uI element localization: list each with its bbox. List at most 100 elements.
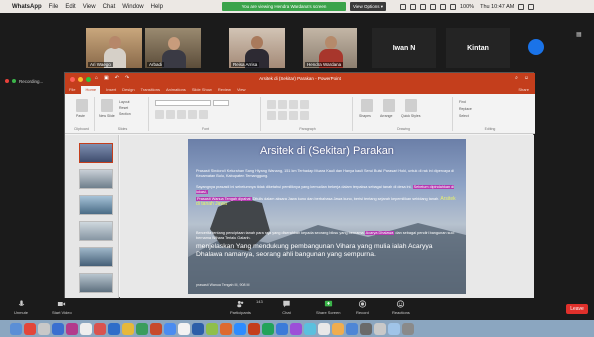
share-screen-button[interactable]: Share Screen (316, 300, 340, 315)
participant-tile[interactable]: Ari Waego (86, 28, 142, 68)
shapes-button[interactable]: Shapes (359, 114, 371, 118)
tab-transitions[interactable]: Transitions (141, 86, 160, 94)
align-right-icon[interactable] (289, 111, 298, 120)
justify-icon[interactable] (300, 111, 309, 120)
account-icon[interactable]: ☺ (524, 75, 529, 81)
align-center-icon[interactable] (278, 111, 287, 120)
search-icon[interactable]: ⌕ (515, 75, 518, 81)
app-icon[interactable] (374, 322, 386, 335)
control-center-icon[interactable] (528, 3, 535, 10)
shapes-icon[interactable] (361, 99, 373, 112)
leave-button[interactable]: Leave (566, 304, 588, 314)
app-icon[interactable] (206, 322, 218, 335)
tab-file[interactable]: File (69, 86, 75, 94)
tray-icon[interactable] (420, 3, 426, 10)
start-video-button[interactable]: Start Video (52, 300, 72, 315)
app-icon[interactable] (150, 322, 162, 335)
chat-button[interactable]: Chat (282, 300, 291, 315)
replace-button[interactable]: Replace (459, 107, 472, 111)
select-button[interactable]: Select (459, 114, 469, 118)
tab-home[interactable]: Home (81, 86, 101, 94)
layout-button[interactable]: Layout (119, 100, 130, 104)
current-slide[interactable]: Arsitek di (Sekitar) Parakan Prasasti Si… (188, 139, 466, 294)
participant-tile[interactable]: Reisa Arrisa (229, 28, 285, 68)
app-icon[interactable] (66, 322, 78, 335)
app-icon[interactable] (304, 322, 316, 335)
finder-icon[interactable] (10, 322, 22, 335)
participant-tile[interactable]: Kintan (446, 28, 510, 68)
font-size-select[interactable] (213, 100, 229, 106)
tab-design[interactable]: Design (122, 86, 134, 94)
participant-tile[interactable]: Arbadi (145, 28, 201, 68)
paste-button[interactable]: Paste (76, 114, 85, 118)
menu-file[interactable]: File (49, 4, 59, 10)
powerpoint-app-icon[interactable] (248, 322, 260, 335)
app-icon[interactable] (122, 322, 134, 335)
app-icon[interactable] (192, 322, 204, 335)
app-icon[interactable] (332, 322, 344, 335)
app-icon[interactable] (52, 322, 64, 335)
bold-icon[interactable] (155, 110, 164, 119)
app-icon[interactable] (178, 322, 190, 335)
slide-thumbnail[interactable] (79, 247, 113, 267)
quick-styles-icon[interactable] (405, 99, 417, 112)
line-spacing-icon[interactable] (300, 100, 309, 109)
app-icon[interactable] (136, 322, 148, 335)
share-button[interactable]: Share (518, 86, 529, 94)
tray-icon[interactable] (400, 3, 406, 10)
app-icon[interactable] (290, 322, 302, 335)
quick-styles-button[interactable]: Quick Styles (401, 114, 420, 118)
menu-edit[interactable]: Edit (65, 4, 75, 10)
app-icon[interactable] (346, 322, 358, 335)
underline-icon[interactable] (177, 110, 186, 119)
app-icon[interactable] (388, 322, 400, 335)
tab-view[interactable]: View (237, 86, 246, 94)
italic-icon[interactable] (166, 110, 175, 119)
strikethrough-icon[interactable] (188, 110, 197, 119)
tab-review[interactable]: Review (218, 86, 231, 94)
participant-tile[interactable]: Iwan N (372, 28, 436, 68)
app-icon[interactable] (38, 322, 50, 335)
reset-button[interactable]: Reset (119, 106, 128, 110)
close-window-icon[interactable] (70, 76, 75, 82)
tab-insert[interactable]: Insert (106, 86, 116, 94)
app-icon[interactable] (220, 322, 232, 335)
bluetooth-icon[interactable] (440, 3, 446, 10)
save-icon[interactable]: ▣ (104, 75, 109, 81)
font-color-icon[interactable] (199, 110, 208, 119)
app-icon[interactable] (360, 322, 372, 335)
reactions-button[interactable]: Reactions (392, 300, 410, 315)
zoom-app-icon[interactable] (234, 322, 246, 335)
app-icon[interactable] (108, 322, 120, 335)
paste-icon[interactable] (76, 99, 88, 112)
app-icon[interactable] (94, 322, 106, 335)
app-icon[interactable] (164, 322, 176, 335)
gallery-view-icon[interactable]: ▦ (576, 31, 582, 38)
app-icon[interactable] (276, 322, 288, 335)
tab-slide-show[interactable]: Slide Show (192, 86, 212, 94)
home-icon[interactable]: ⌂ (95, 75, 98, 81)
new-slide-button[interactable]: New Slide (99, 114, 115, 118)
view-options-button[interactable]: View Options ▾ (350, 2, 386, 11)
undo-icon[interactable]: ↶ (115, 75, 119, 81)
font-family-select[interactable] (155, 100, 211, 106)
app-icon[interactable] (24, 322, 36, 335)
bullets-icon[interactable] (267, 100, 276, 109)
wifi-icon[interactable] (450, 3, 456, 10)
menu-view[interactable]: View (83, 4, 96, 10)
record-button[interactable]: Record (356, 300, 369, 315)
slide-thumbnail[interactable] (79, 195, 113, 215)
participant-tile[interactable]: Hendra Wardana (303, 28, 357, 68)
unmute-button[interactable]: Unmute (14, 300, 28, 315)
new-slide-icon[interactable] (101, 99, 113, 112)
app-icon[interactable] (318, 322, 330, 335)
zoom-window-icon[interactable] (86, 76, 91, 82)
slide-thumbnail[interactable] (79, 273, 113, 293)
align-left-icon[interactable] (267, 111, 276, 120)
slide-thumbnail[interactable] (79, 143, 113, 163)
indent-icon[interactable] (289, 100, 298, 109)
participants-button[interactable]: Participants (230, 300, 251, 315)
numbering-icon[interactable] (278, 100, 287, 109)
chevron-right-icon[interactable] (528, 39, 544, 55)
menu-help[interactable]: Help (151, 4, 163, 10)
